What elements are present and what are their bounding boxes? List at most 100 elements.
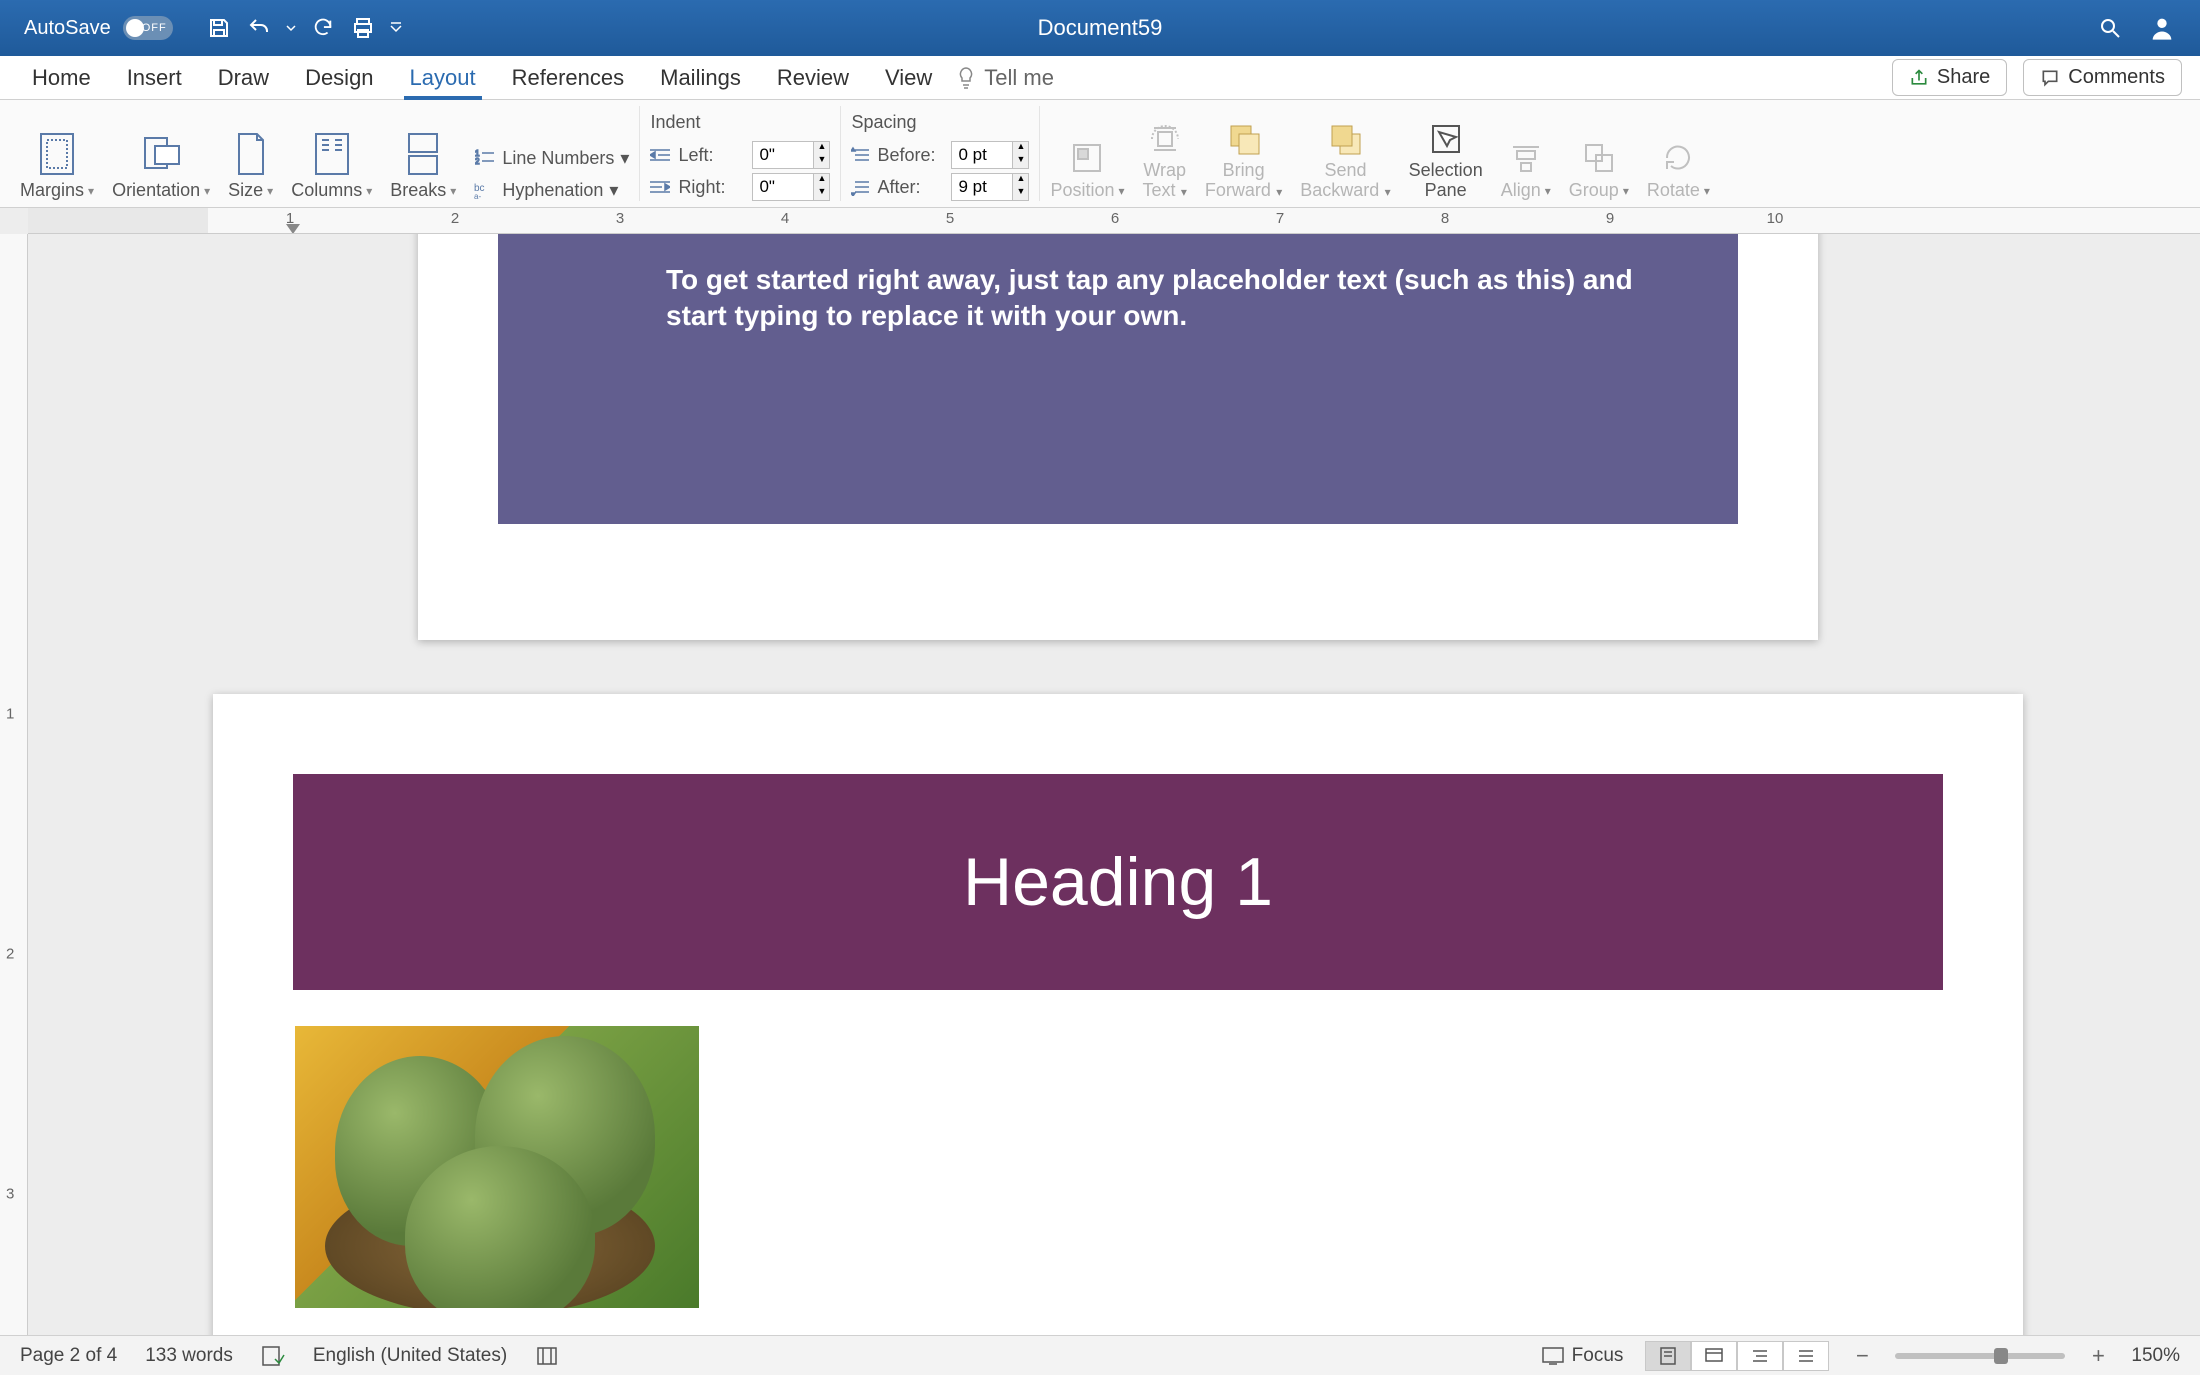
view-web-layout[interactable] bbox=[1691, 1341, 1737, 1371]
workspace: 1 2 3 4 5 6 7 8 9 10 1 2 3 To get starte… bbox=[0, 208, 2200, 1335]
line-numbers-button[interactable]: 12 Line Numbers ▾ bbox=[474, 147, 629, 169]
size-icon bbox=[229, 132, 273, 176]
columns-icon bbox=[310, 132, 354, 176]
language[interactable]: English (United States) bbox=[313, 1345, 507, 1367]
ruler-number: 7 bbox=[1276, 210, 1284, 227]
redo-icon[interactable] bbox=[309, 14, 337, 42]
tab-review[interactable]: Review bbox=[759, 56, 867, 100]
orientation-button[interactable]: Orientation▾ bbox=[112, 132, 210, 201]
chevron-down-icon: ▾ bbox=[450, 184, 456, 198]
zoom-out-button[interactable]: − bbox=[1851, 1343, 1873, 1369]
view-outline[interactable] bbox=[1737, 1341, 1783, 1371]
indent-right-input[interactable]: ▲▼ bbox=[752, 173, 830, 201]
view-mode-buttons bbox=[1645, 1341, 1829, 1371]
tab-draw[interactable]: Draw bbox=[200, 56, 287, 100]
group-label: Group bbox=[1569, 180, 1619, 201]
spacing-before-icon bbox=[851, 146, 869, 164]
spacing-before-field[interactable] bbox=[952, 145, 1012, 165]
align-label: Align bbox=[1501, 180, 1541, 201]
undo-dropdown-icon[interactable] bbox=[285, 14, 297, 42]
intro-text-box[interactable]: To get started right away, just tap any … bbox=[498, 234, 1738, 524]
spacing-after-field[interactable] bbox=[952, 177, 1012, 197]
chevron-down-icon: ▾ bbox=[88, 184, 94, 198]
ruler-number: 2 bbox=[451, 210, 459, 227]
artichoke-image[interactable] bbox=[295, 1026, 699, 1308]
page-info[interactable]: Page 2 of 4 bbox=[20, 1345, 117, 1367]
ruler-number: 6 bbox=[1111, 210, 1119, 227]
stepper-down-icon[interactable]: ▼ bbox=[1012, 187, 1028, 200]
tab-references[interactable]: References bbox=[494, 56, 643, 100]
tab-design[interactable]: Design bbox=[287, 56, 391, 100]
indent-left-field[interactable] bbox=[753, 145, 813, 165]
rotate-button[interactable]: Rotate▾ bbox=[1647, 140, 1710, 201]
focus-icon bbox=[1542, 1347, 1564, 1365]
group-page-setup: Margins▾ Orientation▾ Size▾ Columns▾ bbox=[10, 106, 640, 201]
ruler-indent-marker[interactable] bbox=[286, 224, 300, 234]
indent-left-icon bbox=[650, 147, 670, 163]
tab-mailings[interactable]: Mailings bbox=[642, 56, 759, 100]
selection-pane-label: Selection Pane bbox=[1409, 161, 1483, 201]
size-button[interactable]: Size▾ bbox=[228, 132, 273, 201]
view-print-layout[interactable] bbox=[1645, 1341, 1691, 1371]
comment-icon bbox=[2040, 68, 2060, 88]
spacing-after-input[interactable]: ▲▼ bbox=[951, 173, 1029, 201]
comments-button[interactable]: Comments bbox=[2023, 59, 2182, 96]
tab-view[interactable]: View bbox=[867, 56, 950, 100]
zoom-slider-thumb[interactable] bbox=[1994, 1348, 2008, 1364]
hyphenation-button[interactable]: bca- Hyphenation ▾ bbox=[474, 179, 629, 201]
share-button[interactable]: Share bbox=[1892, 59, 2007, 96]
group-button[interactable]: Group▾ bbox=[1569, 140, 1629, 201]
selection-pane-button[interactable]: Selection Pane bbox=[1409, 121, 1483, 201]
view-draft[interactable] bbox=[1783, 1341, 1829, 1371]
bring-forward-icon bbox=[1226, 121, 1262, 157]
document-canvas[interactable]: To get started right away, just tap any … bbox=[28, 234, 2200, 1335]
placeholder-text: To get started right away, just tap any … bbox=[666, 264, 1633, 331]
accessibility-icon[interactable] bbox=[535, 1345, 559, 1367]
ruler-margin-shade bbox=[28, 208, 208, 233]
group-spacing: Spacing Before: ▲▼ After: ▲▼ bbox=[841, 106, 1040, 201]
zoom-in-button[interactable]: + bbox=[2087, 1343, 2109, 1369]
group-icon bbox=[1581, 140, 1617, 176]
horizontal-ruler[interactable]: 1 2 3 4 5 6 7 8 9 10 bbox=[28, 208, 2200, 234]
qat-customize-icon[interactable] bbox=[389, 14, 403, 42]
title-bar-right bbox=[2096, 14, 2200, 42]
zoom-slider[interactable] bbox=[1895, 1353, 2065, 1359]
autosave-toggle[interactable]: OFF bbox=[123, 16, 173, 40]
vertical-ruler[interactable]: 1 2 3 bbox=[0, 234, 28, 1335]
send-backward-button[interactable]: Send Backward ▾ bbox=[1300, 121, 1390, 201]
stepper-down-icon[interactable]: ▼ bbox=[1012, 155, 1028, 168]
focus-button[interactable]: Focus bbox=[1542, 1345, 1624, 1367]
breaks-button[interactable]: Breaks▾ bbox=[390, 132, 456, 201]
print-icon[interactable] bbox=[349, 14, 377, 42]
tab-home[interactable]: Home bbox=[14, 56, 109, 100]
selection-pane-icon bbox=[1428, 121, 1464, 157]
indent-left-input[interactable]: ▲▼ bbox=[752, 141, 830, 169]
zoom-level[interactable]: 150% bbox=[2131, 1345, 2180, 1367]
word-count[interactable]: 133 words bbox=[145, 1345, 233, 1367]
indent-left-label: Left: bbox=[678, 145, 744, 166]
undo-icon[interactable] bbox=[245, 14, 273, 42]
wrap-text-button[interactable]: Wrap Text ▾ bbox=[1143, 121, 1187, 201]
rotate-icon bbox=[1660, 140, 1696, 176]
tab-layout[interactable]: Layout bbox=[392, 56, 494, 100]
heading-1-box[interactable]: Heading 1 bbox=[293, 774, 1943, 990]
columns-button[interactable]: Columns▾ bbox=[291, 132, 372, 201]
search-icon[interactable] bbox=[2096, 14, 2124, 42]
ruler-number: 3 bbox=[616, 210, 624, 227]
orientation-label: Orientation bbox=[112, 180, 200, 201]
position-button[interactable]: Position▾ bbox=[1050, 140, 1124, 201]
spacing-before-input[interactable]: ▲▼ bbox=[951, 141, 1029, 169]
spellcheck-icon[interactable] bbox=[261, 1345, 285, 1367]
margins-button[interactable]: Margins▾ bbox=[20, 132, 94, 201]
align-button[interactable]: Align ▾ bbox=[1501, 140, 1551, 201]
bring-forward-button[interactable]: Bring Forward ▾ bbox=[1205, 121, 1282, 201]
tell-me[interactable]: Tell me bbox=[956, 65, 1054, 91]
tab-insert[interactable]: Insert bbox=[109, 56, 200, 100]
indent-right-field[interactable] bbox=[753, 177, 813, 197]
group-indent: Indent Left: ▲▼ Right: ▲▼ bbox=[640, 106, 841, 201]
chevron-down-icon: ▾ bbox=[1545, 184, 1551, 198]
account-icon[interactable] bbox=[2148, 14, 2176, 42]
stepper-down-icon[interactable]: ▼ bbox=[813, 187, 829, 200]
stepper-down-icon[interactable]: ▼ bbox=[813, 155, 829, 168]
save-icon[interactable] bbox=[205, 14, 233, 42]
